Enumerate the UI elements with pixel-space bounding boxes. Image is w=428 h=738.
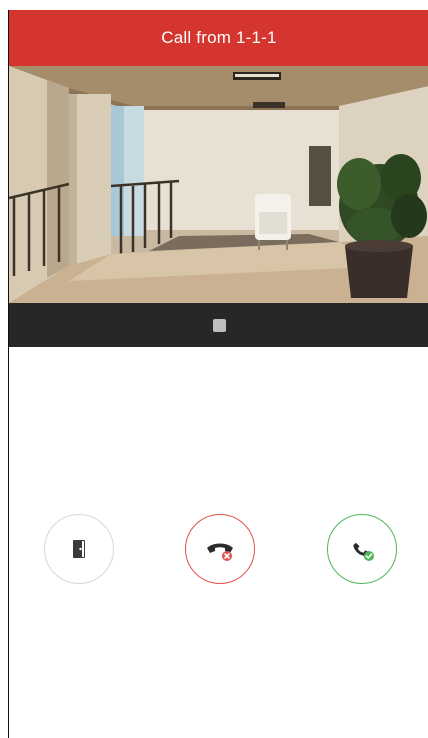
camera-view-image xyxy=(9,66,428,303)
call-screen: Call from 1-1-1 xyxy=(8,10,428,738)
unlock-door-button[interactable] xyxy=(44,514,114,584)
door-icon xyxy=(73,540,85,558)
hangup-button[interactable] xyxy=(185,514,255,584)
answer-phone-icon xyxy=(353,542,374,561)
call-header: Call from 1-1-1 xyxy=(9,10,428,66)
answer-button[interactable] xyxy=(327,514,397,584)
stop-square-icon[interactable] xyxy=(212,318,226,332)
hangup-phone-icon xyxy=(207,543,233,561)
video-feed xyxy=(9,66,428,303)
call-title: Call from 1-1-1 xyxy=(161,28,277,47)
video-control-bar xyxy=(9,303,428,347)
